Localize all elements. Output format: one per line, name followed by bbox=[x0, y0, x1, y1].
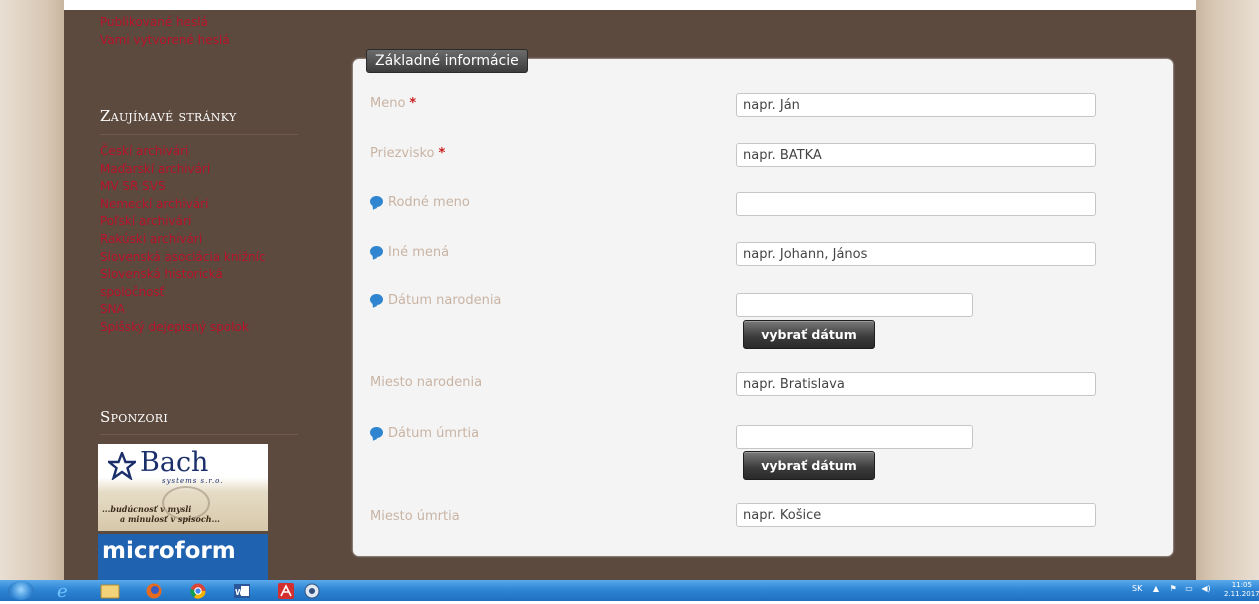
birth-date-input[interactable] bbox=[736, 293, 973, 317]
svg-text:e: e bbox=[57, 581, 68, 600]
label-surname: Priezvisko * bbox=[370, 146, 445, 161]
sponsors-divider bbox=[100, 434, 298, 435]
language-indicator[interactable]: SK bbox=[1132, 584, 1142, 593]
link-slovak-library-association[interactable]: Slovenská asociácia knižníc bbox=[64, 249, 314, 267]
link-published-entries[interactable]: Publikované heslá bbox=[64, 14, 314, 32]
link-spis-historical-society[interactable]: Spišský dejepisný spolok bbox=[64, 319, 314, 337]
sponsor-microform-name: microform bbox=[102, 538, 236, 564]
interesting-sites-heading: Zaujímavé stránky bbox=[100, 107, 237, 125]
sponsor-bach-name: Bach bbox=[140, 447, 209, 478]
other-names-input[interactable] bbox=[736, 242, 1096, 266]
first-name-input[interactable] bbox=[736, 93, 1096, 117]
label-first-name: Meno * bbox=[370, 96, 416, 111]
label-death-date-text: Dátum úmrtia bbox=[388, 426, 480, 441]
required-mark: * bbox=[409, 96, 417, 111]
link-slovak-historical-society[interactable]: Slovenská historická bbox=[64, 266, 314, 284]
sponsors-heading: Sponzori bbox=[100, 408, 169, 426]
link-czech-archivists[interactable]: Českí archivári bbox=[64, 143, 314, 161]
sponsor-bach-slogan-line2: a minulosť v spisoch... bbox=[120, 514, 220, 524]
death-date-picker-button[interactable]: vybrať dátum bbox=[743, 451, 875, 480]
chrome-icon[interactable] bbox=[178, 581, 218, 600]
birth-place-input[interactable] bbox=[736, 372, 1096, 396]
sponsor-bach-slogan-line1: ...budúcnosť v mysli bbox=[102, 504, 192, 514]
system-clock[interactable]: 11:05 2.11.2017 bbox=[1224, 581, 1259, 599]
sponsor-bach-logo[interactable]: Bach systems s.r.o. ...budúcnosť v mysli… bbox=[98, 444, 268, 531]
panel-legend: Základné informácie bbox=[366, 49, 528, 73]
label-maiden-name-text: Rodné meno bbox=[388, 195, 470, 210]
word-icon[interactable]: W bbox=[222, 581, 262, 600]
link-slovak-historical-society-cont[interactable]: spoločnosť bbox=[64, 284, 314, 302]
firefox-icon[interactable] bbox=[134, 581, 174, 600]
volume-icon[interactable]: ◀) bbox=[1201, 584, 1210, 593]
windows-taskbar: e W SK ▲ ⚑ ▭ ◀) 11:05 2.11.2017 bbox=[0, 580, 1259, 602]
link-polish-archivists[interactable]: Poľskí archivári bbox=[64, 213, 314, 231]
label-death-place-text: Miesto úmrtia bbox=[370, 509, 460, 524]
label-maiden-name: Rodné meno bbox=[370, 195, 470, 210]
label-death-place: Miesto úmrtia bbox=[370, 509, 460, 524]
interesting-links: Českí archivári Maďarskí archivári MV SR… bbox=[64, 143, 314, 337]
label-death-date: Dátum úmrtia bbox=[370, 426, 479, 441]
label-birth-date-text: Dátum narodenia bbox=[388, 293, 502, 308]
birth-date-picker-button[interactable]: vybrať dátum bbox=[743, 320, 875, 349]
show-hidden-icons-icon[interactable]: ▲ bbox=[1153, 584, 1159, 593]
user-links: Publikované heslá Vami vytvorené heslá bbox=[64, 14, 314, 49]
top-strip bbox=[64, 0, 1196, 10]
sponsor-microform-logo[interactable]: microform bbox=[98, 534, 268, 580]
start-button-icon[interactable] bbox=[8, 581, 34, 600]
action-center-flag-icon[interactable]: ⚑ bbox=[1170, 584, 1177, 593]
label-first-name-text: Meno bbox=[370, 96, 406, 111]
link-mv-sr-svs[interactable]: MV SR SVS bbox=[64, 178, 314, 196]
label-other-names: Iné mená bbox=[370, 245, 449, 260]
file-explorer-icon[interactable] bbox=[90, 581, 130, 600]
heading-divider bbox=[100, 134, 298, 135]
death-place-input[interactable] bbox=[736, 503, 1096, 527]
sponsor-bach-slogan: ...budúcnosť v mysli a minulosť v spisoc… bbox=[102, 504, 220, 524]
death-date-input[interactable] bbox=[736, 425, 973, 449]
sponsor-bach-subtitle: systems s.r.o. bbox=[162, 477, 224, 485]
label-other-names-text: Iné mená bbox=[388, 245, 450, 260]
label-surname-text: Priezvisko bbox=[370, 146, 435, 161]
system-tray: SK ▲ ⚑ ▭ ◀) bbox=[1132, 584, 1211, 593]
bach-star-icon bbox=[108, 452, 136, 480]
clock-time: 11:05 bbox=[1231, 581, 1252, 589]
link-hungarian-archivists[interactable]: Maďarskí archivári bbox=[64, 161, 314, 179]
surname-input[interactable] bbox=[736, 143, 1096, 167]
link-german-archivists[interactable]: Nemeckí archivári bbox=[64, 196, 314, 214]
info-bubble-icon[interactable] bbox=[370, 294, 383, 305]
link-sna[interactable]: SNA bbox=[64, 301, 314, 319]
link-austrian-archivists[interactable]: Rakúski archivári bbox=[64, 231, 314, 249]
svg-text:W: W bbox=[235, 588, 244, 597]
label-birth-date: Dátum narodenia bbox=[370, 293, 501, 308]
required-mark: * bbox=[438, 146, 446, 161]
info-bubble-icon[interactable] bbox=[370, 246, 383, 257]
clock-date: 2.11.2017 bbox=[1224, 590, 1259, 598]
internet-explorer-icon[interactable]: e bbox=[44, 581, 84, 602]
info-bubble-icon[interactable] bbox=[370, 196, 383, 207]
label-birth-place-text: Miesto narodenia bbox=[370, 375, 483, 390]
link-my-entries[interactable]: Vami vytvorené heslá bbox=[64, 32, 314, 50]
label-birth-place: Miesto narodenia bbox=[370, 375, 482, 390]
app-icon[interactable] bbox=[300, 581, 340, 600]
right-border-decoration bbox=[1196, 0, 1259, 580]
left-border-decoration bbox=[0, 0, 64, 580]
maiden-name-input[interactable] bbox=[736, 192, 1096, 216]
network-icon[interactable]: ▭ bbox=[1185, 584, 1193, 593]
info-bubble-icon[interactable] bbox=[370, 427, 383, 438]
